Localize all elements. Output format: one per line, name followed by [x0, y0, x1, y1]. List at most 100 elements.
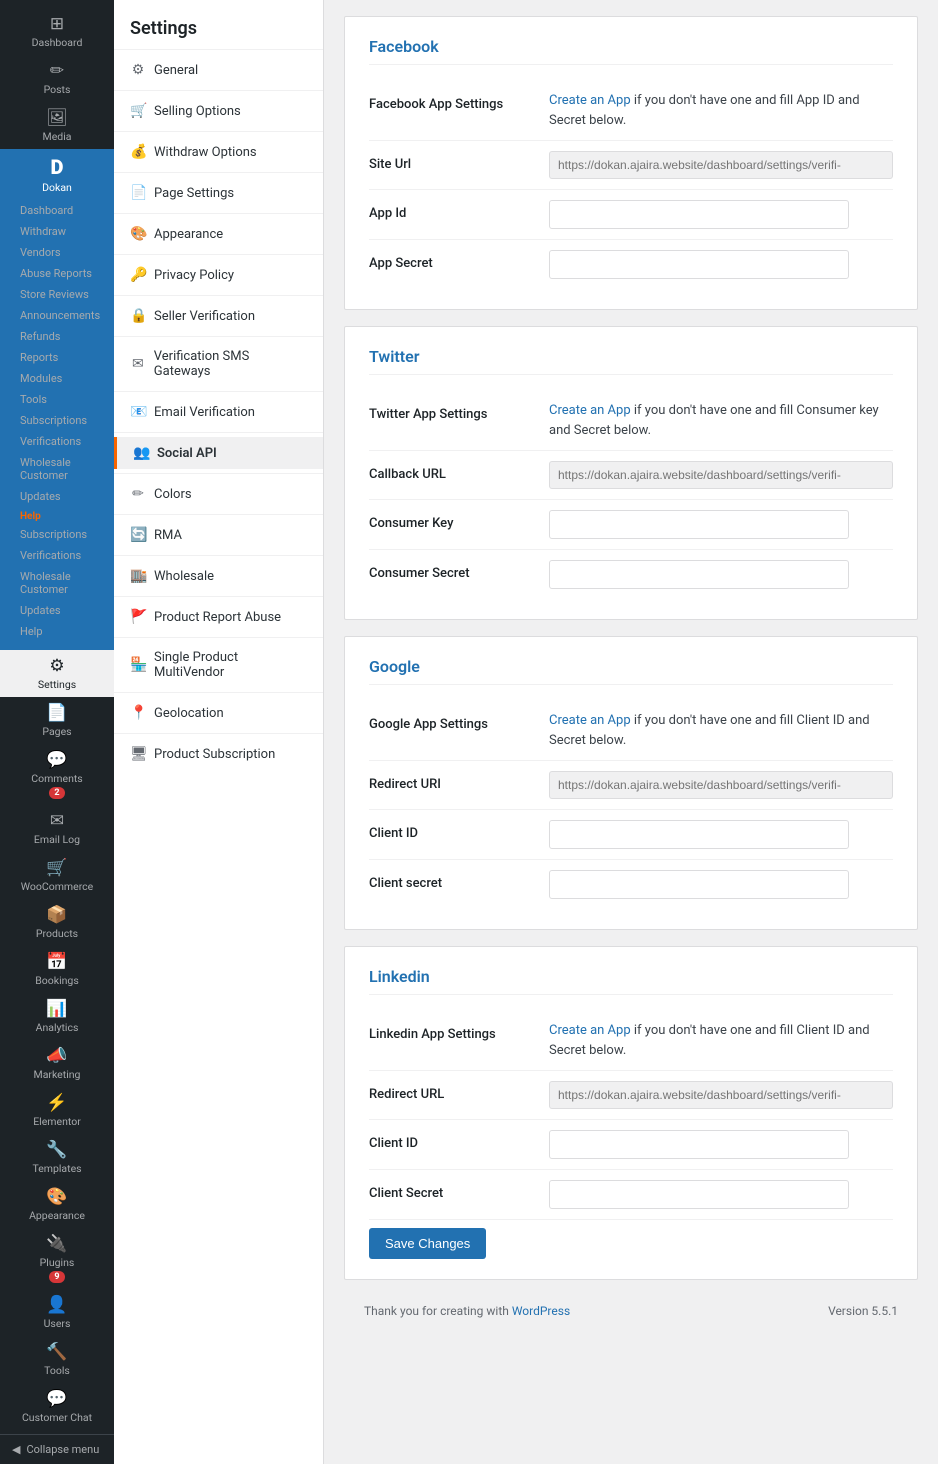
google-client-id-input[interactable] — [549, 820, 849, 849]
twitter-consumer-key-input[interactable] — [549, 510, 849, 539]
sidebar-item-templates[interactable]: 🔧 Templates — [0, 1134, 114, 1181]
divider — [114, 637, 323, 638]
twitter-app-settings-label: Twitter App Settings — [369, 401, 529, 422]
sidebar-item-tools[interactable]: 🔨 Tools — [0, 1336, 114, 1383]
sidebar-item-label: Appearance — [29, 1209, 85, 1222]
sidebar-item-elementor[interactable]: ⚡ Elementor — [0, 1087, 114, 1134]
sub-menu-general[interactable]: ⚙ General — [114, 54, 323, 86]
help-sub-subscriptions[interactable]: Subscriptions — [4, 524, 110, 545]
sub-menu-appearance[interactable]: 🎨 Appearance — [114, 218, 323, 250]
linkedin-redirect-url-label: Redirect URL — [369, 1081, 529, 1102]
dokan-sub-subscriptions[interactable]: Subscriptions — [4, 410, 110, 431]
twitter-callback-input[interactable] — [549, 461, 893, 489]
linkedin-client-id-input[interactable] — [549, 1130, 849, 1159]
sub-menu-product-report-abuse[interactable]: 🚩 Product Report Abuse — [114, 601, 323, 633]
sub-menu-label: Withdraw Options — [154, 145, 257, 160]
sub-menu-geolocation[interactable]: 📍 Geolocation — [114, 697, 323, 729]
sub-menu-product-subscription[interactable]: 🖥 Product Subscription — [114, 738, 323, 770]
linkedin-redirect-url-input[interactable] — [549, 1081, 893, 1109]
sub-menu-label: Product Subscription — [154, 747, 275, 762]
sidebar-item-comments[interactable]: 💬 Comments 2 — [0, 744, 114, 805]
seller-verif-icon: 🔒 — [130, 308, 146, 324]
linkedin-title: Linkedin — [369, 967, 893, 995]
save-changes-button[interactable]: Save Changes — [369, 1228, 486, 1259]
dokan-sub-verifications[interactable]: Verifications — [4, 431, 110, 452]
wordpress-link[interactable]: WordPress — [512, 1304, 570, 1318]
linkedin-client-id-wrap — [549, 1130, 893, 1159]
dokan-sub-withdraw[interactable]: Withdraw — [4, 221, 110, 242]
sidebar-item-email-log[interactable]: ✉ Email Log — [0, 805, 114, 852]
sub-menu-withdraw-options[interactable]: 💰 Withdraw Options — [114, 136, 323, 168]
facebook-app-secret-input[interactable] — [549, 250, 849, 279]
help-sub-wholesale[interactable]: Wholesale Customer — [4, 566, 110, 600]
sidebar-item-woocommerce[interactable]: 🛒 WooCommerce — [0, 852, 114, 899]
help-sub-verifications[interactable]: Verifications — [4, 545, 110, 566]
twitter-consumer-key-row: Consumer Key — [369, 500, 893, 550]
appearance-icon: 🎨 — [46, 1187, 67, 1207]
divider — [114, 391, 323, 392]
sidebar-item-products[interactable]: 📦 Products — [0, 899, 114, 946]
comments-icon: 💬 — [46, 750, 67, 770]
dokan-sub-updates[interactable]: Updates — [4, 486, 110, 507]
linkedin-client-secret-input[interactable] — [549, 1180, 849, 1209]
help-sub-updates[interactable]: Updates — [4, 600, 110, 621]
dokan-sub-reviews[interactable]: Store Reviews — [4, 284, 110, 305]
linkedin-info-text: Create an App if you don't have one and … — [549, 1021, 893, 1060]
sidebar-item-customer-chat[interactable]: 💬 Customer Chat — [0, 1383, 114, 1430]
help-sub-help[interactable]: Help — [4, 621, 110, 642]
sms-icon: ✉ — [130, 356, 146, 372]
linkedin-info-wrap: Create an App if you don't have one and … — [549, 1021, 893, 1060]
facebook-app-id-input[interactable] — [549, 200, 849, 229]
dokan-sub-dashboard[interactable]: Dashboard — [4, 200, 110, 221]
dokan-sub-refunds[interactable]: Refunds — [4, 326, 110, 347]
sidebar-item-bookings[interactable]: 📅 Bookings — [0, 946, 114, 993]
twitter-consumer-secret-row: Consumer Secret — [369, 550, 893, 599]
settings-icon: ⚙ — [49, 656, 64, 676]
twitter-consumer-secret-input[interactable] — [549, 560, 849, 589]
sidebar-item-label: Settings — [38, 678, 76, 691]
google-create-app-link[interactable]: Create an App — [549, 713, 631, 728]
sidebar-item-dashboard[interactable]: ⊞ Dashboard — [0, 8, 114, 55]
sub-menu-colors[interactable]: ✏ Colors — [114, 478, 323, 510]
sidebar-item-pages[interactable]: 📄 Pages — [0, 697, 114, 744]
sub-menu-verification-sms[interactable]: ✉ Verification SMS Gateways — [114, 341, 323, 387]
sidebar-item-analytics[interactable]: 📊 Analytics — [0, 993, 114, 1040]
sidebar-item-dokan[interactable]: D Dokan Dashboard Withdraw Vendors Abuse… — [0, 149, 114, 650]
dokan-sub-modules[interactable]: Modules — [4, 368, 110, 389]
google-redirect-uri-input[interactable] — [549, 771, 893, 799]
dokan-sub-vendors[interactable]: Vendors — [4, 242, 110, 263]
google-client-secret-input[interactable] — [549, 870, 849, 899]
divider — [114, 254, 323, 255]
sub-menu-page-settings[interactable]: 📄 Page Settings — [114, 177, 323, 209]
sidebar-item-users[interactable]: 👤 Users — [0, 1289, 114, 1336]
sub-menu-single-product-multivendor[interactable]: 🏪 Single Product MultiVendor — [114, 642, 323, 688]
sidebar-item-posts[interactable]: ✏ Posts — [0, 55, 114, 102]
linkedin-create-app-link[interactable]: Create an App — [549, 1023, 631, 1038]
sidebar-item-marketing[interactable]: 📣 Marketing — [0, 1040, 114, 1087]
sub-menu-wholesale[interactable]: 🏬 Wholesale — [114, 560, 323, 592]
sub-menu-social-api[interactable]: 👥 Social API — [114, 437, 323, 469]
sub-menu-rma[interactable]: 🔄 RMA — [114, 519, 323, 551]
dokan-sub-abuse[interactable]: Abuse Reports — [4, 263, 110, 284]
dokan-sub-tools[interactable]: Tools — [4, 389, 110, 410]
sidebar-item-media[interactable]: 🖼 Media — [0, 102, 114, 149]
dokan-sub-reports[interactable]: Reports — [4, 347, 110, 368]
pages-icon: 📄 — [46, 703, 67, 723]
facebook-create-app-link[interactable]: Create an App — [549, 93, 631, 108]
collapse-menu-button[interactable]: ◀ Collapse menu — [0, 1434, 114, 1464]
facebook-section: Facebook Facebook App Settings Create an… — [344, 16, 918, 310]
sidebar-item-plugins[interactable]: 🔌 Plugins 9 — [0, 1228, 114, 1289]
sub-menu-selling-options[interactable]: 🛒 Selling Options — [114, 95, 323, 127]
sub-menu-privacy-policy[interactable]: 🔑 Privacy Policy — [114, 259, 323, 291]
sidebar-item-appearance[interactable]: 🎨 Appearance — [0, 1181, 114, 1228]
sub-menu-email-verification[interactable]: 📧 Email Verification — [114, 396, 323, 428]
sidebar-item-settings-active[interactable]: ⚙ Settings — [0, 650, 114, 697]
facebook-site-url-input[interactable] — [549, 151, 893, 179]
twitter-create-app-link[interactable]: Create an App — [549, 403, 631, 418]
sub-menu-label: General — [154, 63, 198, 78]
google-redirect-uri-label: Redirect URI — [369, 771, 529, 792]
sidebar-item-label: Dashboard — [32, 36, 83, 49]
dokan-sub-wholesale[interactable]: Wholesale Customer — [4, 452, 110, 486]
dokan-sub-announcements[interactable]: Announcements — [4, 305, 110, 326]
sub-menu-seller-verification[interactable]: 🔒 Seller Verification — [114, 300, 323, 332]
